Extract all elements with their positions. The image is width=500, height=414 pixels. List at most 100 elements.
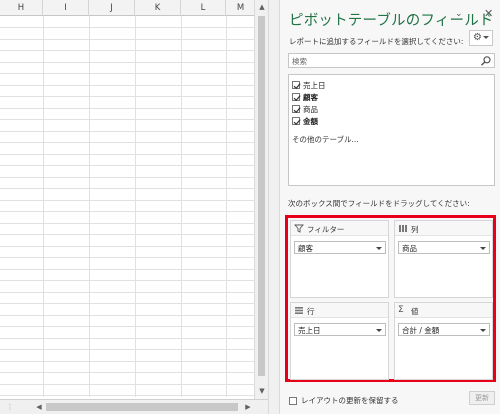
grid-row-line	[0, 280, 268, 281]
chevron-down-icon[interactable]	[480, 247, 486, 250]
tools-gear-button[interactable]: ⚙	[469, 30, 493, 46]
field-checkbox[interactable]	[292, 81, 301, 90]
field-label: 商品	[303, 104, 318, 114]
grid-row-line	[0, 315, 268, 316]
rows-area-header: 行	[291, 303, 388, 318]
chevron-down-icon[interactable]	[376, 329, 382, 332]
column-header-k[interactable]: K	[135, 0, 181, 16]
grid-row-line	[0, 361, 268, 362]
field-item-amount[interactable]: 金額	[292, 115, 318, 127]
vertical-scroll-thumb[interactable]	[258, 16, 265, 376]
filter-area[interactable]: フィルター 顧客	[290, 220, 389, 298]
grid-row-line	[0, 27, 268, 28]
pivot-areas-highlight: フィルター 顧客 列 商品 行 売上日 Σ 値 合計 / 金額	[285, 215, 496, 382]
pane-options-chevron-icon[interactable]: ⌄	[455, 9, 463, 19]
field-item-customer[interactable]: 顧客	[292, 91, 318, 103]
rows-field-label: 売上日	[298, 326, 321, 335]
grid-row-line	[0, 73, 268, 74]
column-header-j[interactable]: J	[89, 0, 135, 16]
column-header-m[interactable]: M	[226, 0, 256, 16]
horizontal-scrollbar[interactable]: ⋮ ◀ ▶	[0, 399, 268, 414]
rows-field-dropdown[interactable]: 売上日	[294, 323, 386, 336]
grid-row-line	[0, 188, 268, 189]
columns-icon	[399, 225, 407, 232]
scroll-down-icon[interactable]: ▼	[256, 385, 268, 397]
defer-layout-update-option[interactable]: レイアウトの更新を保留する	[289, 395, 399, 406]
grid-row-line	[0, 384, 268, 385]
field-checkbox[interactable]	[292, 105, 301, 114]
more-tables-link[interactable]: その他のテーブル...	[292, 134, 359, 145]
field-item-sales-date[interactable]: 売上日	[292, 79, 326, 91]
search-icon[interactable]	[480, 55, 492, 67]
field-item-product[interactable]: 商品	[292, 103, 318, 115]
grid-row-line	[0, 165, 268, 166]
defer-layout-checkbox[interactable]	[289, 396, 297, 405]
excel-window: H I J K L M ▲ ▼ ⋮ ◀ ▶ ピボットテーブルのフィールド ⌄ ✕…	[0, 0, 500, 414]
grid-row-line	[0, 211, 268, 212]
pane-subtitle: レポートに追加するフィールドを選択してください:	[289, 37, 464, 46]
field-list: 売上日 顧客 商品 金額 その他のテーブル...	[288, 74, 495, 186]
values-field-dropdown[interactable]: 合計 / 金額	[398, 323, 490, 336]
grid-row-line	[0, 62, 268, 63]
pane-title: ピボットテーブルのフィールド	[289, 13, 494, 29]
scroll-up-icon[interactable]: ▲	[256, 1, 268, 13]
grid-row-line	[0, 292, 268, 293]
check-icon	[293, 83, 301, 90]
columns-area[interactable]: 列 商品	[394, 220, 493, 298]
column-header-h[interactable]: H	[0, 0, 43, 16]
chevron-down-icon[interactable]	[480, 329, 486, 332]
vertical-scrollbar[interactable]: ▲ ▼	[254, 0, 268, 399]
drag-instruction: 次のボックス間でフィールドをドラッグしてください:	[288, 199, 470, 208]
check-icon	[293, 119, 301, 126]
grid-row-line	[0, 154, 268, 155]
filter-area-header: フィルター	[291, 221, 388, 236]
grid-row-line	[0, 39, 268, 40]
grid-row-line	[0, 234, 268, 235]
grid-row-line	[0, 269, 268, 270]
field-checkbox[interactable]	[292, 93, 301, 102]
worksheet[interactable]: H I J K L M ▲ ▼ ⋮ ◀ ▶	[0, 0, 268, 414]
values-field-label: 合計 / 金額	[402, 326, 440, 335]
field-label: 金額	[303, 116, 318, 126]
cell-grid[interactable]	[0, 16, 268, 397]
filter-icon	[294, 224, 304, 233]
values-area-title: 値	[411, 307, 419, 316]
sigma-icon: Σ	[398, 305, 404, 315]
check-icon	[293, 107, 301, 114]
rows-area[interactable]: 行 売上日	[290, 302, 389, 380]
pane-splitter[interactable]	[268, 0, 279, 414]
columns-area-title: 列	[411, 225, 419, 234]
horizontal-scroll-thumb[interactable]	[46, 403, 238, 411]
field-search-input[interactable]: 検索	[288, 53, 495, 68]
chevron-down-icon[interactable]	[376, 247, 382, 250]
scroll-left-icon[interactable]: ◀	[33, 401, 45, 413]
grid-row-line	[0, 119, 268, 120]
rows-icon	[295, 307, 303, 314]
chevron-down-icon	[483, 36, 489, 39]
grid-row-line	[0, 96, 268, 97]
field-label: 顧客	[303, 92, 318, 102]
grid-row-line	[0, 303, 268, 304]
field-checkbox[interactable]	[292, 117, 301, 126]
column-header-l[interactable]: L	[181, 0, 226, 16]
grid-row-line	[0, 372, 268, 373]
column-header-i[interactable]: I	[43, 0, 89, 16]
gear-icon: ⚙	[473, 32, 482, 43]
filter-field-dropdown[interactable]: 顧客	[294, 241, 386, 254]
columns-field-label: 商品	[402, 244, 417, 253]
grid-row-line	[0, 200, 268, 201]
scroll-right-icon[interactable]: ▶	[242, 401, 254, 413]
grid-row-line	[0, 223, 268, 224]
field-label: 売上日	[303, 80, 326, 90]
grid-row-line	[0, 246, 268, 247]
sheet-splitter-dots-icon[interactable]: ⋮	[4, 401, 16, 413]
filter-field-label: 顧客	[298, 244, 313, 253]
grid-row-line	[0, 85, 268, 86]
update-button[interactable]: 更新	[469, 391, 495, 405]
columns-area-header: 列	[395, 221, 492, 236]
close-icon[interactable]: ✕	[484, 7, 493, 20]
values-area[interactable]: Σ 値 合計 / 金額	[394, 302, 493, 380]
check-icon	[293, 95, 301, 102]
rows-area-title: 行	[307, 307, 315, 316]
columns-field-dropdown[interactable]: 商品	[398, 241, 490, 254]
